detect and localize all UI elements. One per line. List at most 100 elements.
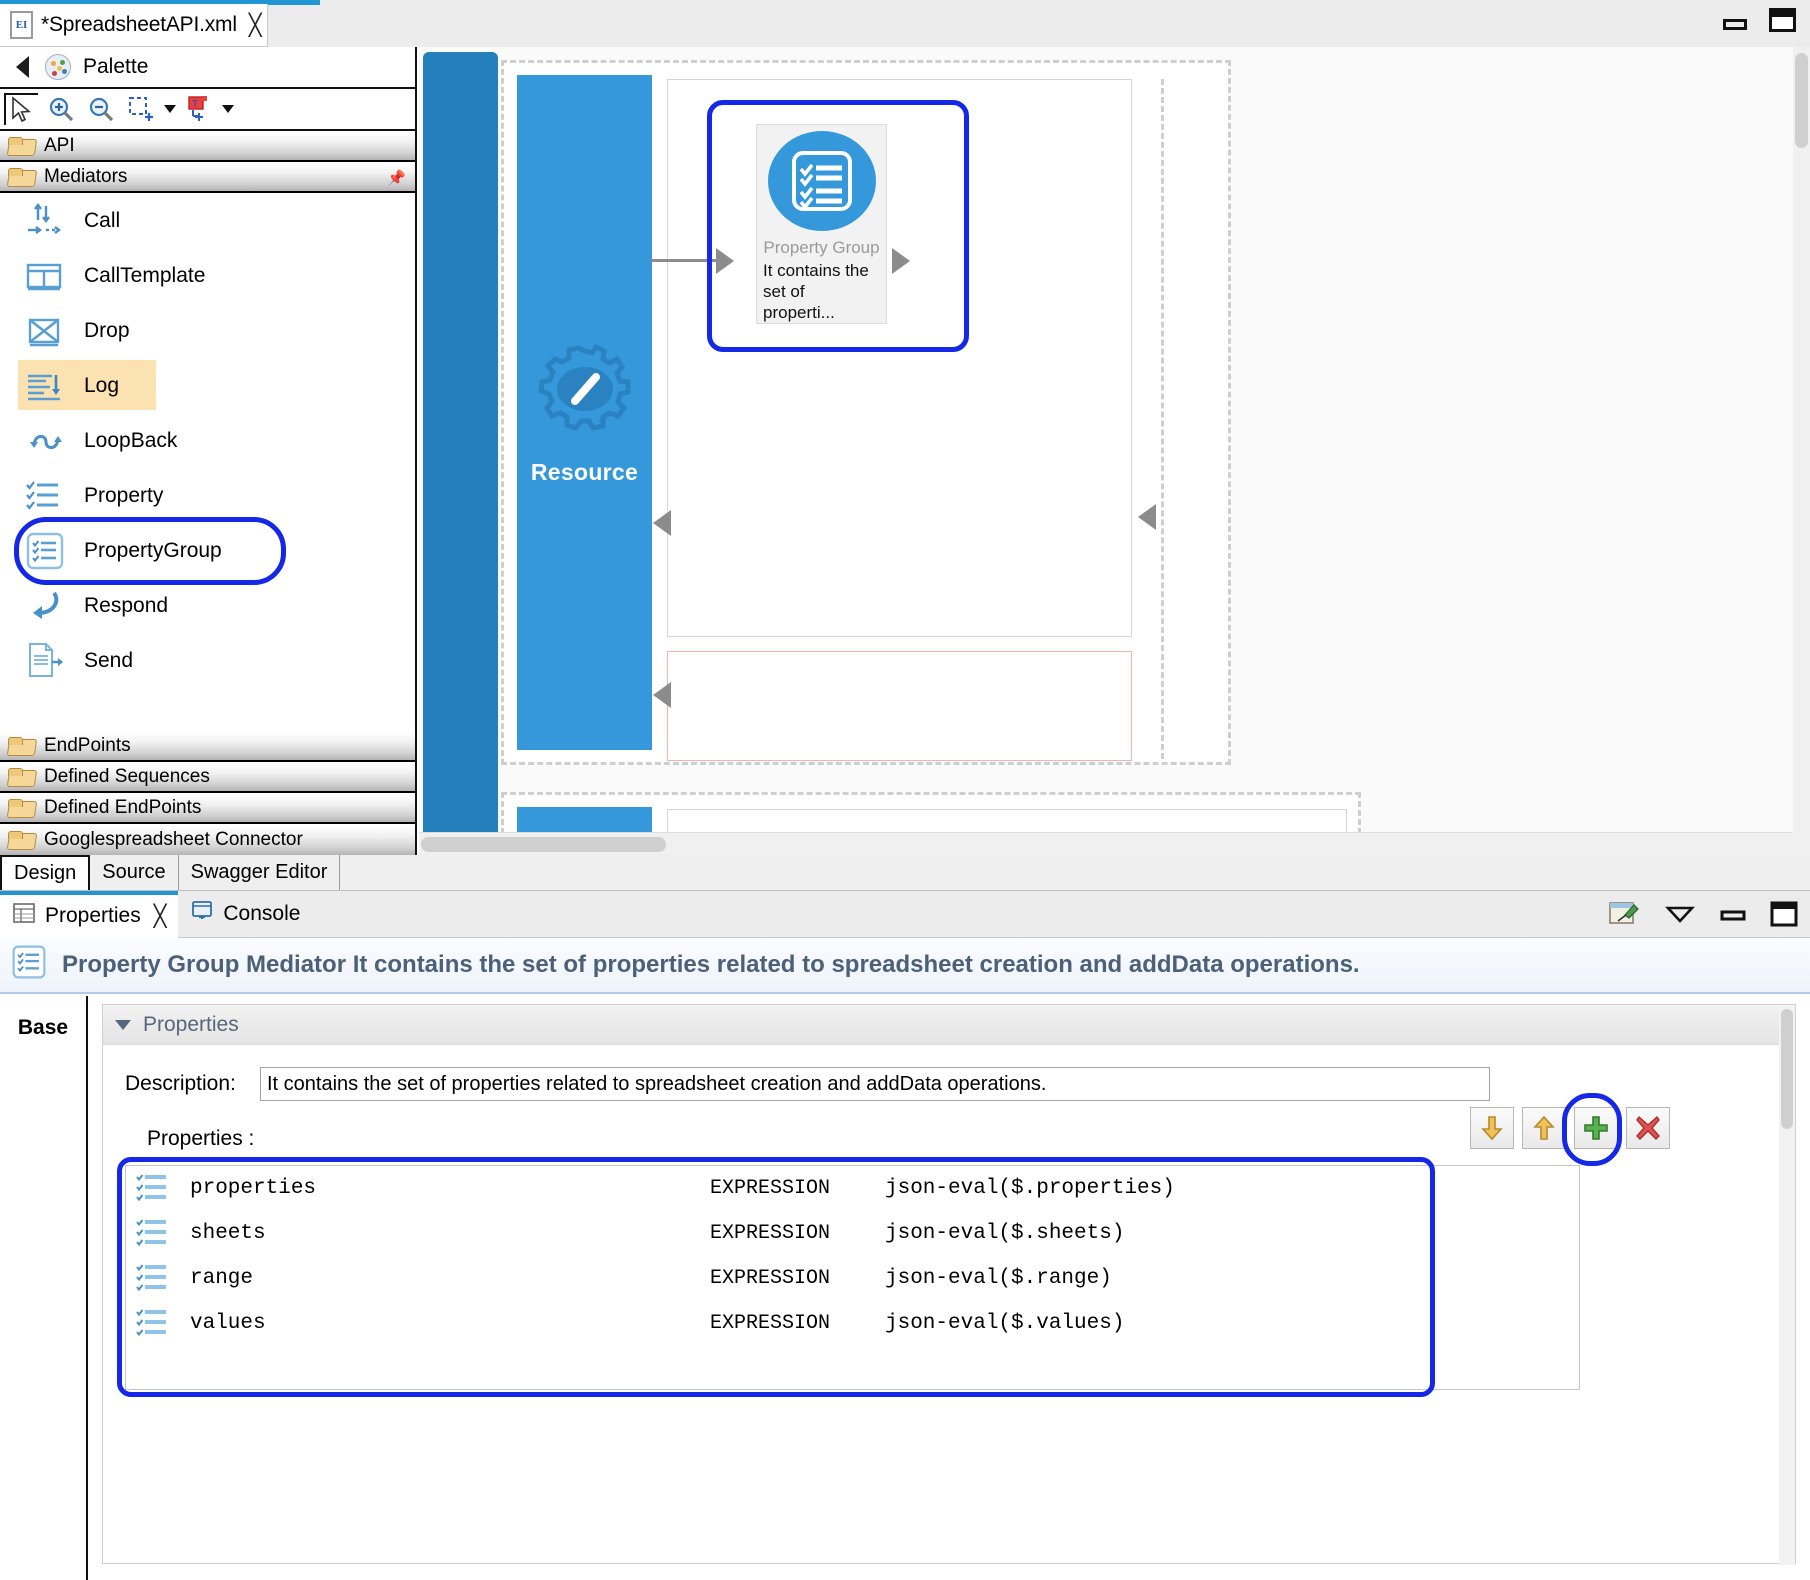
table-row[interactable]: range EXPRESSION json-eval($.range) [126,1256,1579,1301]
palette-category-mediators[interactable]: Mediators 📌 [0,162,415,193]
palette-item-label: CallTemplate [84,263,206,287]
pin-icon[interactable]: 📌 [387,169,406,187]
resource-label: Resource [530,459,639,485]
description-field-row: Description: [125,1067,1795,1101]
delete-property-button[interactable] [1626,1107,1670,1149]
description-input[interactable] [260,1067,1490,1101]
close-icon[interactable]: ╳ [154,904,167,929]
palette-item-loopback[interactable]: LoopBack [0,413,415,468]
description-label: Description: [125,1072,236,1095]
canvas-hscroll-thumb[interactable] [421,837,666,852]
log-mediator-icon [24,365,66,407]
send-mediator-icon [24,640,66,682]
select-tool[interactable] [4,93,38,125]
propertygroup-mediator-icon [24,530,66,572]
side-tab-base[interactable]: Base [18,1016,68,1040]
view-tab-console[interactable]: Console [178,891,312,938]
palette-category-label: Defined Sequences [44,766,210,787]
tab-source[interactable]: Source [90,855,179,890]
tab-swagger-editor[interactable]: Swagger Editor [178,855,341,890]
folder-icon [8,798,34,818]
palette-item-send[interactable]: Send [0,633,415,688]
palette-icon [45,54,71,80]
properties-section-scrollbar[interactable] [1779,1005,1795,1565]
propertygroup-node-icon [767,131,876,231]
properties-section: Properties Description: Properties : [102,1004,1796,1565]
properties-table[interactable]: properties EXPRESSION json-eval($.proper… [125,1165,1580,1390]
propertygroup-node-description: It contains the set of properti... [757,258,886,323]
move-up-button[interactable] [1522,1107,1566,1149]
table-row[interactable]: values EXPRESSION json-eval($.values) [126,1301,1579,1346]
canvas-vertical-scrollbar[interactable] [1793,47,1810,855]
properties-form-area: Properties Description: Properties : [88,996,1810,1580]
property-type-cell: EXPRESSION [710,1177,831,1200]
node-desc-line-1: It contains the [763,261,869,280]
table-row[interactable]: properties EXPRESSION json-eval($.proper… [126,1166,1579,1211]
fault-arrow-left-icon [653,682,671,708]
propertygroup-node[interactable]: Property Group It contains the set of pr… [756,124,887,324]
maximize-icon[interactable] [1769,8,1796,32]
canvas-dashed-divider [1161,79,1164,759]
marquee-tool[interactable] [124,93,158,125]
maximize-view-icon[interactable] [1770,901,1798,933]
tab-label: Swagger Editor [190,861,328,883]
palette-category-googlespreadsheet-connector[interactable]: Googlespreadsheet Connector [0,824,415,855]
palette-category-label: Defined EndPoints [44,797,202,818]
palette-header: Palette [0,47,415,89]
mediator-list: Call CallTemplate Drop Log LoopBack Prop… [0,193,415,688]
api-strip[interactable] [423,52,498,834]
editor-tab-label: *SpreadsheetAPI.xml [41,13,237,36]
marquee-dropdown-caret-icon[interactable] [164,105,176,113]
collapse-left-icon[interactable] [16,56,29,78]
propertygroup-mediator-icon [10,943,48,987]
palette-bottom-categories: EndPoints Defined Sequences Defined EndP… [0,731,415,855]
table-row[interactable]: sheets EXPRESSION json-eval($.sheets) [126,1211,1579,1256]
palette-item-respond[interactable]: Respond [0,578,415,633]
zoom-out-tool[interactable] [84,93,118,125]
properties-section-header[interactable]: Properties [103,1005,1795,1045]
view-tab-properties[interactable]: Properties ╳ [0,890,179,938]
palette-category-defined-endpoints[interactable]: Defined EndPoints [0,793,415,824]
folder-icon [8,830,34,850]
diagram-canvas[interactable]: Resource Property Group It contains the … [419,47,1810,855]
window-controls[interactable] [1723,8,1796,32]
palette-item-propertygroup[interactable]: PropertyGroup [0,523,415,578]
zoom-in-tool[interactable] [44,93,78,125]
connection-tool[interactable]: T [182,93,216,125]
connection-dropdown-caret-icon[interactable] [222,105,234,113]
minimize-icon[interactable] [1723,18,1747,30]
palette-item-property[interactable]: Property [0,468,415,523]
canvas-horizontal-scrollbar[interactable] [419,832,1793,855]
move-down-button[interactable] [1470,1107,1514,1149]
properties-view: Properties ╳ Console Property Group Medi… [0,890,1810,1580]
palette-category-label: EndPoints [44,735,131,756]
view-menu-icon[interactable] [1664,904,1696,930]
minimize-view-icon[interactable] [1720,906,1746,928]
tab-design[interactable]: Design [0,855,91,890]
console-icon [190,899,214,929]
resource-block[interactable]: Resource [517,75,652,750]
property-row-icon [136,1307,174,1341]
palette-item-call[interactable]: Call [0,193,415,248]
pin-view-icon[interactable] [1608,899,1640,935]
palette-item-drop[interactable]: Drop [0,303,415,358]
properties-section-scroll-thumb[interactable] [1781,1009,1793,1129]
svg-text:T: T [192,99,198,110]
palette-item-label: Drop [84,318,130,342]
property-type-cell: EXPRESSION [710,1312,831,1335]
palette-item-label: LoopBack [84,428,178,452]
palette-category-api[interactable]: API [0,131,415,162]
section-caret-icon[interactable] [115,1019,131,1030]
palette-item-log[interactable]: Log [0,358,415,413]
palette-title: Palette [83,55,149,78]
palette-category-defined-sequences[interactable]: Defined Sequences [0,762,415,793]
close-icon[interactable]: ╳ [249,13,262,38]
palette-item-label: Respond [84,593,169,617]
window-titlebar [0,0,1810,47]
editor-tab-spreadsheetapi[interactable]: EI *SpreadsheetAPI.xml ╳ [0,4,268,47]
canvas-vscroll-thumb[interactable] [1795,53,1808,148]
palette-category-endpoints[interactable]: EndPoints [0,731,415,762]
add-property-button[interactable] [1574,1107,1618,1149]
palette-item-calltemplate[interactable]: CallTemplate [0,248,415,303]
fault-sequence-box[interactable] [667,651,1132,761]
